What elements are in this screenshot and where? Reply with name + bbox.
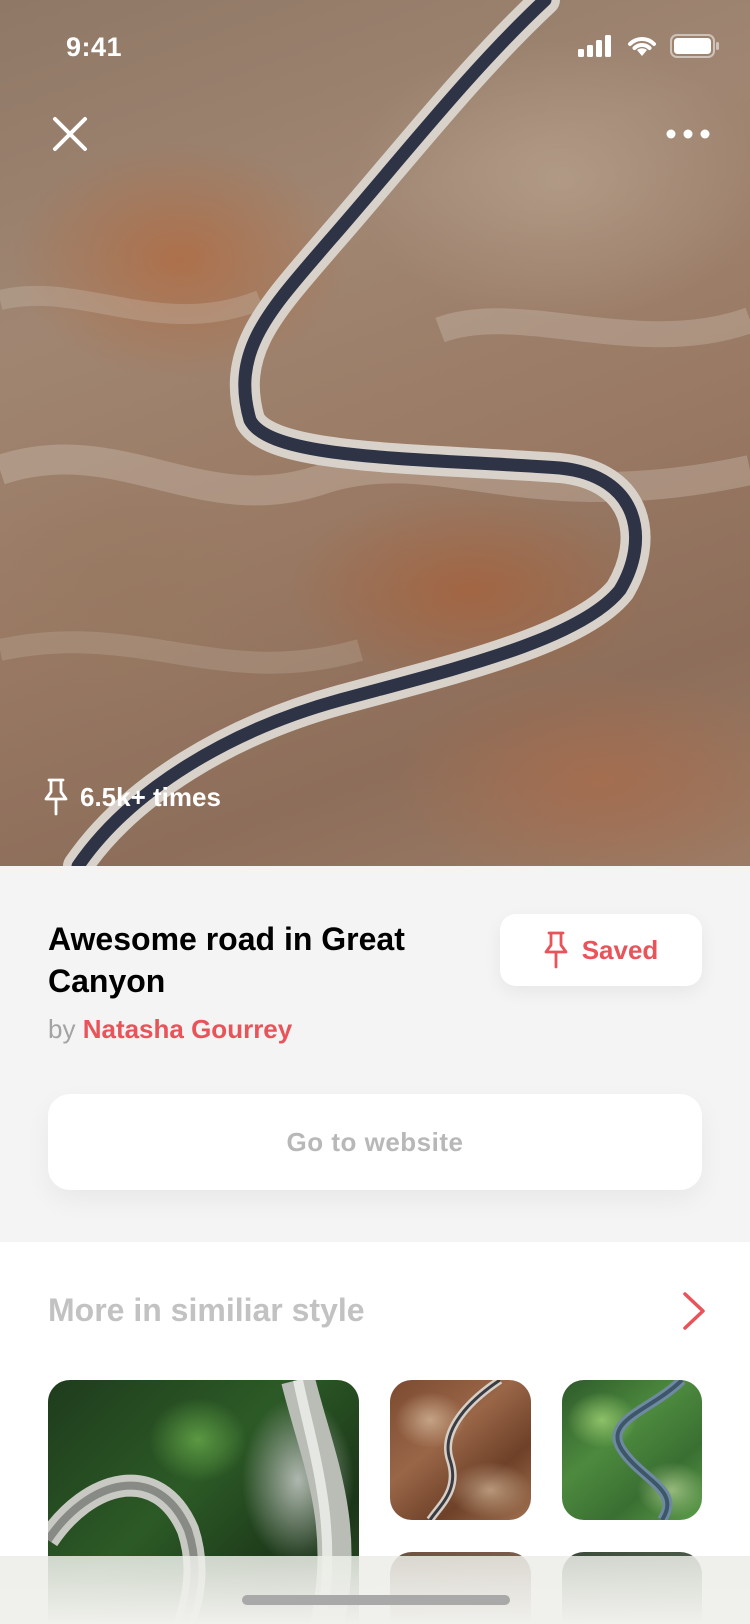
battery-icon (670, 34, 719, 58)
go-to-website-label: Go to website (286, 1126, 464, 1157)
similar-see-all-button[interactable] (672, 1286, 716, 1336)
pin-title: Awesome road in Great Canyon (48, 921, 405, 999)
road-thumbnail-image (426, 1380, 503, 1520)
more-horizontal-icon (666, 129, 710, 139)
bottom-fade (0, 1556, 750, 1624)
pin-count-label: 6.5k+ times (80, 781, 221, 812)
status-icons (578, 34, 720, 58)
pin-icon (44, 778, 68, 816)
hero-image: 9:41 6.5k+ times (0, 0, 750, 866)
pin-count: 6.5k+ times (44, 778, 221, 816)
detail-section: Awesome road in Great Canyon by Natasha … (0, 866, 750, 1242)
similar-thumbnail[interactable] (390, 1380, 531, 1520)
close-button[interactable] (40, 104, 100, 164)
status-bar: 9:41 (0, 0, 750, 96)
byline-prefix: by (48, 1014, 76, 1044)
home-indicator[interactable] (242, 1595, 510, 1605)
author-link[interactable]: Natasha Gourrey (83, 1014, 293, 1044)
similar-thumbnail[interactable] (562, 1380, 702, 1520)
cellular-signal-icon (578, 35, 611, 57)
close-icon (53, 117, 87, 151)
road-illustration (0, 0, 750, 866)
status-time: 9:41 (66, 32, 123, 62)
saved-button[interactable]: Saved (500, 914, 702, 986)
byline: by Natasha Gourrey (48, 1014, 292, 1045)
go-to-website-button[interactable]: Go to website (48, 1094, 702, 1190)
similar-section-title: More in similiar style (48, 1292, 365, 1328)
wifi-icon (628, 37, 656, 56)
chevron-right-icon (683, 1292, 705, 1330)
road-thumbnail-image (612, 1380, 686, 1520)
more-button[interactable] (658, 104, 718, 164)
saved-button-label: Saved (581, 934, 659, 965)
pin-icon (544, 931, 568, 969)
